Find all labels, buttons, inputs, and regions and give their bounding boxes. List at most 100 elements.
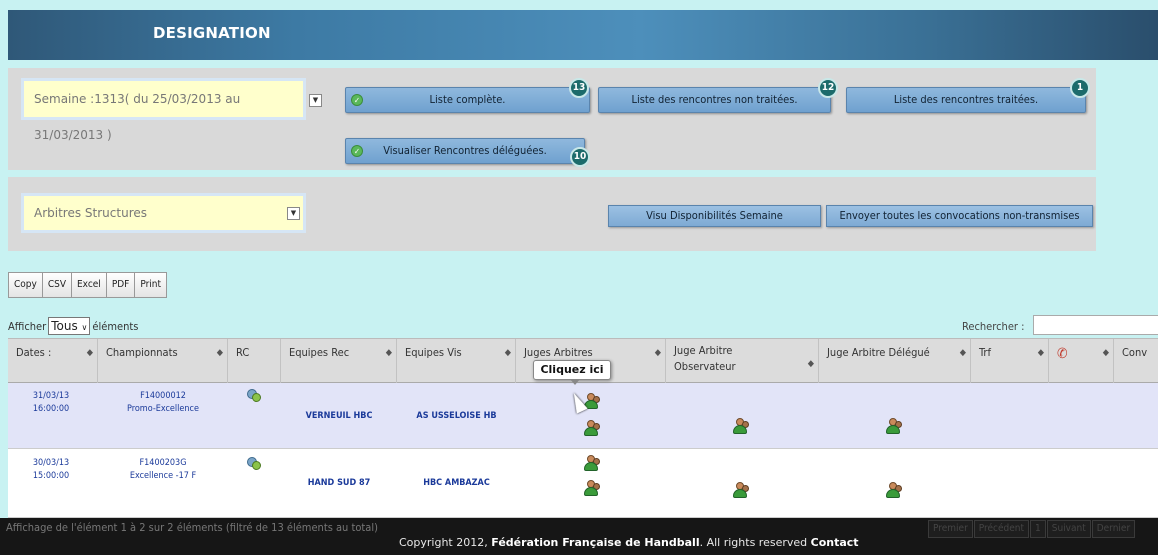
sort-icon: ◆ <box>1037 348 1044 358</box>
pdf-button[interactable]: PDF <box>106 273 136 297</box>
chevron-down-icon: ∨ <box>81 323 88 332</box>
liste-complete-count-badge: 13 <box>569 78 589 98</box>
sort-icon: ◆ <box>1102 348 1109 358</box>
traitees-button[interactable]: Liste des rencontres traitées. <box>846 87 1086 113</box>
csv-button[interactable]: CSV <box>42 273 72 297</box>
arbitres-select[interactable]: Arbitres Structures ▼ <box>21 193 306 233</box>
sort-icon: ◆ <box>385 348 392 358</box>
pager-next[interactable]: Suivant <box>1046 520 1091 538</box>
envoyer-convocations-button[interactable]: Envoyer toutes les convocations non-tran… <box>826 205 1093 227</box>
page-header: DESIGNATION <box>8 10 1158 60</box>
col-juges-arbitres-label: Juges Arbitres <box>524 346 593 359</box>
col-dates[interactable]: Dates : ◆ <box>8 339 98 383</box>
equipe-vis-cell: HBC AMBAZAC <box>423 478 490 488</box>
col-championnats-label: Championnats <box>106 346 178 359</box>
traitees-count-badge: 1 <box>1070 78 1090 98</box>
col-equipes-vis-label: Equipes Vis <box>405 346 462 359</box>
phone-icon: ✆ <box>1057 346 1068 362</box>
tooltip: Cliquez ici <box>533 360 611 385</box>
table-info: Affichage de l'élément 1 à 2 sur 2 éléme… <box>6 521 378 534</box>
equipe-rec-cell: VERNEUIL HBC <box>305 411 373 421</box>
sort-icon: ◆ <box>216 348 223 358</box>
deleguees-button[interactable]: ✓ Visualiser Rencontres déléguées. <box>345 138 585 164</box>
add-referee-icon[interactable] <box>583 455 600 471</box>
visu-disponibilites-button[interactable]: Visu Disponibilités Semaine <box>608 205 821 227</box>
col-juge-observateur-label: Juge Arbitre Observateur <box>674 344 736 373</box>
arbitres-panel: Arbitres Structures ▼ Visu Disponibilité… <box>8 177 1096 251</box>
length-select[interactable]: Tous ∨ <box>48 317 91 335</box>
page-title: DESIGNATION <box>153 24 271 42</box>
col-conv-label: Conv <box>1122 346 1148 359</box>
length-select-value: Tous <box>51 319 78 333</box>
add-delegate-icon[interactable] <box>885 482 902 498</box>
footer: Affichage de l'élément 1 à 2 sur 2 éléme… <box>0 518 1158 555</box>
export-toolbar: Copy CSV Excel PDF Print <box>8 272 168 298</box>
add-observer-icon[interactable] <box>732 418 749 434</box>
traitees-label: Liste des rencontres traitées. <box>893 93 1039 106</box>
semaine-select[interactable]: Semaine :1313( du 25/03/2013 au 31/03/20… <box>21 78 322 142</box>
col-juge-observateur[interactable]: Juge Arbitre Observateur ◆ <box>666 339 819 383</box>
org-name: Fédération Française de Handball <box>491 536 700 549</box>
col-trf-label: Trf <box>979 346 991 359</box>
copy-button[interactable]: Copy <box>9 273 43 297</box>
championnat-cell: F1400203G Excellence -17 F <box>98 457 228 483</box>
chevron-down-icon[interactable]: ▼ <box>309 94 322 107</box>
sort-icon: ◆ <box>654 348 661 358</box>
championnat-code: F14000012 <box>140 391 186 401</box>
sort-icon: ◆ <box>504 348 511 358</box>
table-row[interactable]: 31/03/13 16:00:00 F14000012 Promo-Excell… <box>8 383 1158 449</box>
search-label: Rechercher : <box>962 320 1025 333</box>
deleguees-count-badge: 10 <box>570 147 590 167</box>
date-value: 30/03/13 <box>32 458 70 468</box>
add-observer-icon[interactable] <box>732 482 749 498</box>
col-trf[interactable]: Trf ◆ <box>971 339 1049 383</box>
check-icon: ✓ <box>351 94 363 106</box>
arbitres-select-value: Arbitres Structures <box>34 206 147 220</box>
filter-panel: Semaine :1313( du 25/03/2013 au 31/03/20… <box>8 68 1096 170</box>
equipe-vis-cell: AS USSELOISE HB <box>416 411 497 421</box>
sort-icon: ◆ <box>807 359 814 369</box>
pager-previous[interactable]: Précédent <box>973 520 1029 538</box>
table-row[interactable]: 30/03/13 15:00:00 F1400203G Excellence -… <box>8 449 1158 518</box>
col-conv[interactable]: Conv <box>1114 339 1158 383</box>
pager-last[interactable]: Dernier <box>1091 520 1136 538</box>
rc-icon[interactable] <box>245 455 263 471</box>
contact-link[interactable]: Contact <box>811 536 859 549</box>
deleguees-label: Visualiser Rencontres déléguées. <box>383 144 547 157</box>
semaine-select-value: Semaine :1313( du 25/03/2013 au 31/03/20… <box>34 92 241 142</box>
chevron-down-icon[interactable]: ▼ <box>287 207 300 220</box>
non-traitees-button[interactable]: Liste des rencontres non traitées. <box>598 87 831 113</box>
excel-button[interactable]: Excel <box>71 273 107 297</box>
print-button[interactable]: Print <box>135 273 167 297</box>
col-juge-delegue-label: Juge Arbitre Délégué <box>827 346 930 359</box>
length-prefix: Afficher <box>8 320 47 333</box>
col-phone[interactable]: ✆ ◆ <box>1049 339 1114 383</box>
pager-first[interactable]: Premier <box>928 520 973 538</box>
sort-icon: ◆ <box>86 348 93 358</box>
copyright-prefix: Copyright 2012, <box>399 536 488 549</box>
search-input[interactable] <box>1033 315 1158 335</box>
add-referee-icon[interactable] <box>583 480 600 496</box>
time-value: 16:00:00 <box>32 404 70 414</box>
date-value: 31/03/13 <box>32 391 70 401</box>
col-rc[interactable]: RC <box>228 339 281 383</box>
championnat-cell: F14000012 Promo-Excellence <box>98 390 228 416</box>
add-delegate-icon[interactable] <box>885 418 902 434</box>
date-cell: 30/03/13 15:00:00 <box>16 457 86 483</box>
equipe-rec-cell: HAND SUD 87 <box>307 478 371 488</box>
pager-page-1[interactable]: 1 <box>1030 520 1046 538</box>
rights-text: . All rights reserved <box>699 536 808 549</box>
col-juge-delegue[interactable]: Juge Arbitre Délégué ◆ <box>819 339 971 383</box>
championnat-name: Excellence -17 F <box>129 471 197 481</box>
add-referee-icon[interactable] <box>583 420 600 436</box>
liste-complete-button[interactable]: ✓ Liste complète. <box>345 87 590 113</box>
copyright: Copyright 2012, Fédération Française de … <box>399 536 859 549</box>
sort-icon: ◆ <box>959 348 966 358</box>
col-equipes-rec-label: Equipes Rec <box>289 346 350 359</box>
col-championnats[interactable]: Championnats ◆ <box>98 339 228 383</box>
championnat-code: F1400203G <box>139 458 187 468</box>
time-value: 15:00:00 <box>32 471 70 481</box>
col-equipes-vis[interactable]: Equipes Vis ◆ <box>397 339 516 383</box>
col-equipes-rec[interactable]: Equipes Rec ◆ <box>281 339 397 383</box>
rc-icon[interactable] <box>245 387 263 403</box>
